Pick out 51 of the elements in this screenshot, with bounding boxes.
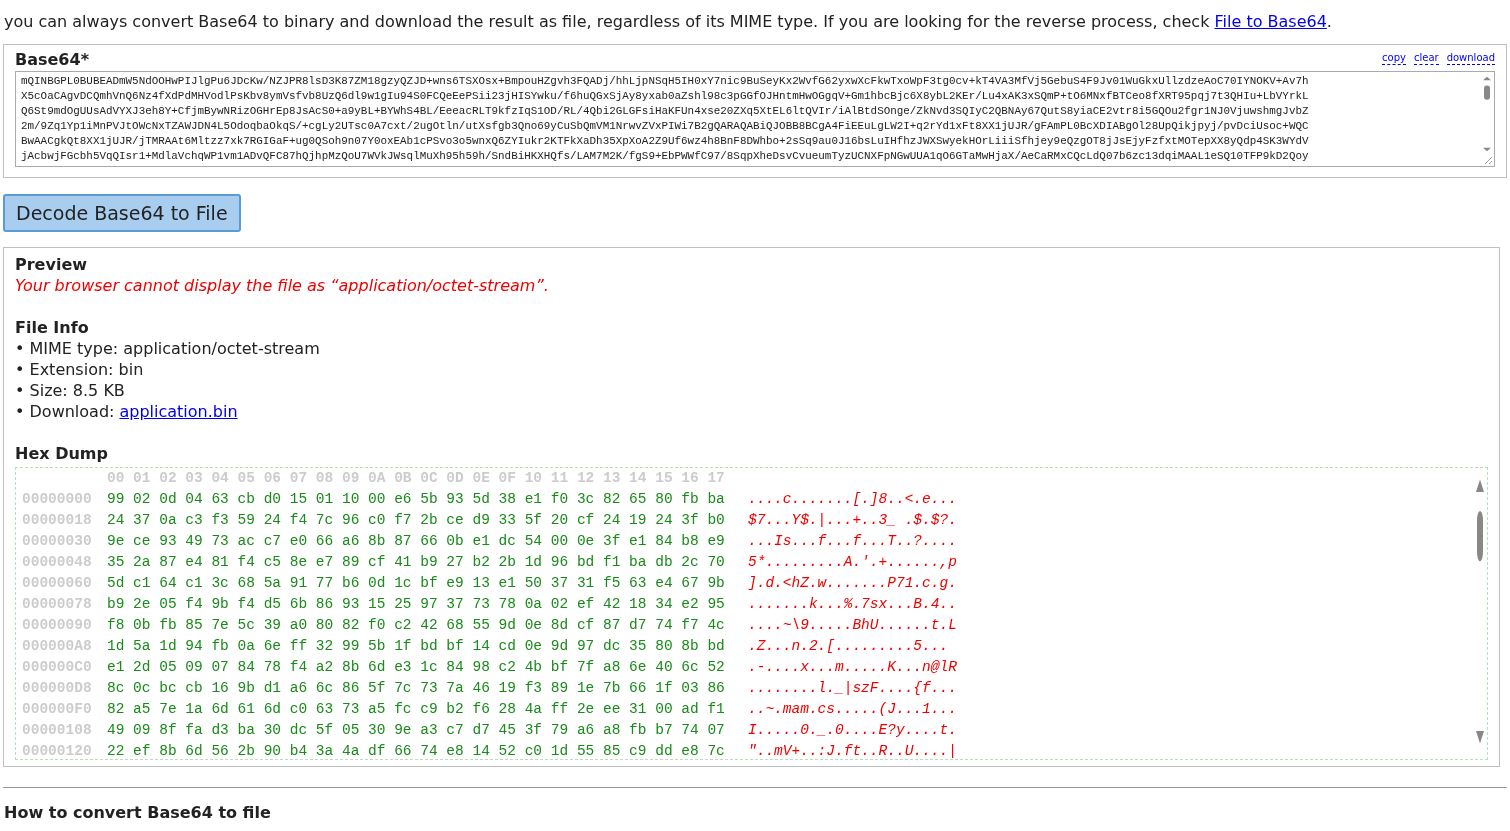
hex-ascii: .-....x...m.....K...n@lR bbox=[748, 658, 957, 677]
base64-text-line: Q6St9mdOgUUsAdVYXJ3eh8Y+CfjmBywNRizOGHrEp8JsAcS0+a9yBL+BYWhS4BL/EeeacRLT9kfzIqS1OD/RL/4Qbi2GLGFsiHaKFUn4xse20ZXq5XtEL6ltQVIr/iAlBtdSOnge/ZkNvd3SQIyC2QBNAy67QutS8yiaCE2vtr8i5GQOu2fgr1NJ0VjuwshmgJvbZ bbox=[21, 104, 1309, 119]
hex-ascii: ........l._|szF....{f... bbox=[748, 679, 957, 698]
file-link[interactable]: application.bin bbox=[119, 401, 238, 422]
intro-paragraph: you can always convert Base64 to binary and download the result as file, regardless of its MIME type. If you are looking for the reverse process, check File to Base64. bbox=[3, 11, 1333, 32]
action-link[interactable]: download bbox=[1446, 52, 1495, 65]
preview-title: Preview bbox=[15, 254, 88, 275]
hex-bytes: 8c 0c bc cb 16 9b d1 a6 6c 86 5f 7c 73 7a 46 19 f3 89 1e 7b 66 1f 03 86 bbox=[107, 679, 726, 698]
file-info-item: • Download: bbox=[15, 401, 115, 422]
file-to-base64-link[interactable]: File to Base64 bbox=[1214, 12, 1327, 31]
hex-ascii: ....c.......[.]8..<.e... bbox=[748, 490, 957, 509]
decode-button[interactable]: Decode Base64 to File bbox=[3, 194, 241, 232]
hex-ascii: .......k...%.7sx...B.4.. bbox=[748, 595, 957, 614]
file-info-title: File Info bbox=[15, 317, 90, 338]
hex-bytes: 9e ce 93 49 73 ac c7 e0 66 a6 8b 87 66 0b e1 dc 54 00 0e 3f e1 84 b8 e9 bbox=[107, 532, 726, 551]
hex-ascii: .Z...n.2.[.........5... bbox=[748, 637, 949, 656]
hex-ascii: $7...Y$.|...+..3_ .$.$?. bbox=[748, 511, 957, 530]
hex-ascii: ].d.<hZ.w.......P71.c.g. bbox=[748, 574, 957, 593]
hex-ascii: ....~\9.....BhU......t.L bbox=[748, 616, 957, 635]
base64-text-line: X5cOaCAgvDCQmhVnQ6Nz4fXdPdMHVodlPsKbv8ymVsfvb8UzQ6dl9w1gIu94S0FCQeEePSii23jHISYwku/f6huQGxSjAy8yxab0aZshl98c3pGGfOJHntmHwOGgqV+Gm1hbcBjc6X8ybL2KEr/Lu4xAK3xSQmP+tO6MNxfBTCeo8fXRT95pqj7t3QHIu+LbVYrkL bbox=[21, 89, 1309, 104]
file-info-item: • Size: 8.5 KB bbox=[15, 380, 126, 401]
hex-ascii: ..~.mam.cs.....(J...1... bbox=[748, 700, 957, 719]
hex-bytes: 49 09 8f fa d3 ba 30 dc 5f 05 30 9e a3 c7 d7 45 3f 79 a6 a8 fb b7 74 07 bbox=[107, 721, 726, 740]
base64-textarea[interactable] bbox=[15, 71, 1495, 167]
hex-bytes: b9 2e 05 f4 9b f4 d5 6b 86 93 15 25 97 37 73 78 0a 02 ef 42 18 34 e2 95 bbox=[107, 595, 726, 614]
preview-error-message: Your browser cannot display the file as “application/octet-stream”. bbox=[15, 275, 550, 296]
base64-text-line: BwAACgkQt8XX1jUJR/jTMRAAt6Mltzz7xk7RGIGaF+ug0QSoh9n07Y0oxEAb1cPSvo3o5wnxQ6ZYIukr2KTFkXaDh35XpXoA2Z9Uf6wz4h8BnF8DWhbo+2sSq9au0J16bsLuIHfhzJWXSwyekHOrLiiiSfhjey9eQzgOT8jJsEjyFzfxtMOTepXX8yQdp4SK3WYdV bbox=[21, 134, 1309, 149]
base64-label: Base64* bbox=[15, 49, 89, 71]
hex-bytes: 1d 5a 1d 94 fb 0a 6e ff 32 99 5b 1f bd bf 14 cd 0e 9d 97 dc 35 80 8b bd bbox=[107, 637, 726, 656]
resize-handle-icon[interactable] bbox=[1483, 155, 1493, 165]
base64-text-line: mQINBGPL0BUBEADmW5NdOOHwPIJlgPu6JDcKw/NZJPR8lsD3K87ZM18gzyQZJD+wns6TSXOsx+BmpouHZgvh3FQADj/hhLjpNSqH5IH0xY7nic9BuSeyKx2WvfG62yxwXcFkwTxoWpF3tg0cv+kT4VA3MfVj5GebuS4F9Jv01WuGkxUllzdzeAoC70IYNOKV+Av7h bbox=[21, 74, 1309, 89]
hex-bytes: 22 ef 8b 6d 56 2b 90 b4 3a 4a df 66 74 e8 14 52 c0 1d 55 85 c9 dd e8 7c bbox=[107, 742, 726, 759]
file-info-item: • MIME type: application/octet-stream bbox=[15, 338, 321, 359]
hex-bytes: f8 0b fb 85 7e 5c 39 a0 80 82 f0 c2 42 68 55 9d 0e 8d cf 87 d7 74 f7 4c bbox=[107, 616, 726, 635]
hex-ascii: 5*.........A.'.+......,p bbox=[748, 553, 957, 572]
hex-bytes: 82 a5 7e 1a 6d 61 6d c0 63 73 a5 fc c9 b2 f6 28 4a ff 2e ee 31 00 ad f1 bbox=[107, 700, 726, 719]
base64-text-line: 2m/9Zq1Yp1iMnPVJtOWcNxTZAWJDN4L5OdoqbaOkqS/+cgLy2UTsc0A7cxt/2ugOtln/utXsfgb3Qno69yCuSbQmVM1NrwvZVxPIWi7B2gQARAQABiQJOBB8BCgA4FiEEuLgLW2I+q2rYd1xFt8XX1jUJR/gFAmPL0BcXDIABgOl28UpQikjpyj/pvDciUsoc+WQC bbox=[21, 119, 1309, 134]
base64-text-line: jAcbwjFGcbh5VqQIsr1+MdlaVchqWP1vm1ADvQFC87hQjhpMzQoU7WVkJWsqlMuXh95h59h/SndBiHKXHQfs/LAM7M2K/fgS9+EbPWWfC97/8SqpXheDsvCvueumTyzUCNXFpNGwUUA1qO6GTaMwHjaX/AeCaRMxCQcLdQ07b6zc13dqiMAAL1eSQ10TFP9kD2Qoy bbox=[21, 149, 1309, 164]
hex-ascii: I.....0._.0....E?y....t. bbox=[748, 721, 957, 740]
hex-bytes: e1 2d 05 09 07 84 78 f4 a2 8b 6d e3 1c 84 98 c2 4b bf 7f a8 6e 40 6c 52 bbox=[107, 658, 726, 677]
hex-ascii: ...Is...f...f...T..?.... bbox=[748, 532, 957, 551]
hex-bytes: 24 37 0a c3 f3 59 24 f4 7c 96 c0 f7 2b ce d9 33 5f 20 cf 24 19 24 3f b0 bbox=[107, 511, 726, 530]
hex-bytes: 99 02 0d 04 63 cb d0 15 01 10 00 e6 5b 93 5d 38 e1 f0 3c 82 65 80 fb ba bbox=[107, 490, 726, 509]
file-info-item: • Extension: bin bbox=[15, 359, 145, 380]
hex-dump-title: Hex Dump bbox=[15, 443, 109, 464]
action-link[interactable]: copy bbox=[1382, 52, 1406, 65]
hex-bytes: 35 2a 87 e4 81 f4 c5 8e e7 89 cf 41 b9 27 b2 2b 1d 96 bd f1 ba db 2c 70 bbox=[107, 553, 726, 572]
hex-ascii: "..mV+..:J.ft..R..U....| bbox=[748, 742, 957, 759]
hex-bytes: 5d c1 64 c1 3c 68 5a 91 77 b6 0d 1c bf e9 13 e1 50 37 31 f5 63 e4 67 9b bbox=[107, 574, 726, 593]
section-heading: How to convert Base64 to file bbox=[3, 802, 272, 823]
action-link[interactable]: clear bbox=[1413, 52, 1439, 65]
